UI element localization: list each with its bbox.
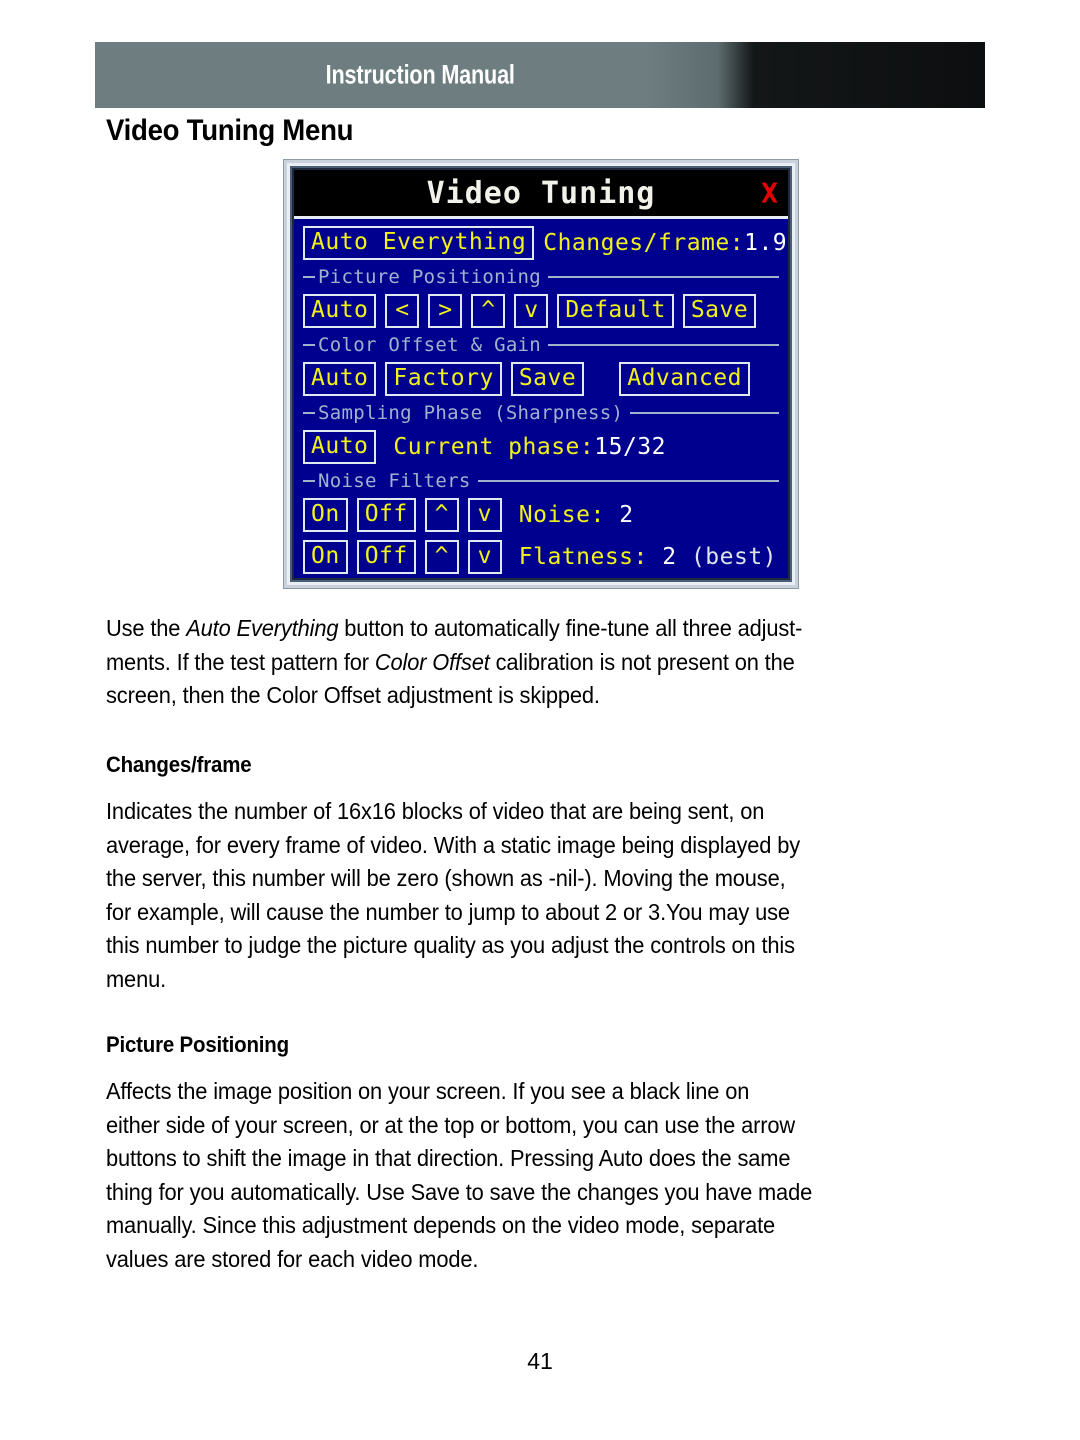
noise-readout: Noise: 2 xyxy=(519,502,634,528)
dialog-body: Auto Everything Changes/frame:1.90 Pictu… xyxy=(294,219,788,578)
co-save-button[interactable]: Save xyxy=(510,362,585,396)
pp-default-button[interactable]: Default xyxy=(557,294,674,328)
heading-picture-positioning: Picture Positioning xyxy=(106,1032,303,1058)
flatness-on-button[interactable]: On xyxy=(303,540,348,574)
flatness-readout: Flatness: 2 (best) xyxy=(519,544,777,570)
page-title: Video Tuning Menu xyxy=(106,114,375,148)
intro-paragraph: Use the Auto Everything button to automa… xyxy=(106,615,803,708)
flatness-up-arrow-icon[interactable]: ^ xyxy=(424,540,459,574)
sp-auto-button[interactable]: Auto xyxy=(303,430,377,464)
noise-off-button[interactable]: Off xyxy=(356,498,416,532)
changes-frame-value: 1.90 xyxy=(744,230,788,256)
pp-save-button[interactable]: Save xyxy=(682,294,757,328)
co-factory-button[interactable]: Factory xyxy=(385,362,502,396)
pp-left-arrow-icon[interactable]: < xyxy=(385,294,420,328)
page-number: 41 xyxy=(527,1348,553,1374)
dialog-titlebar: Video Tuning X xyxy=(294,170,788,219)
group-picture-positioning: Picture Positioning xyxy=(303,266,779,288)
group-dash xyxy=(303,344,315,346)
group-rule xyxy=(630,412,779,414)
flatness-filter-row: On Off ^ v Flatness: 2 (best) xyxy=(303,540,779,574)
dialog-bevel-inner: Video Tuning X Auto Everything Changes/f… xyxy=(292,168,790,580)
current-phase-value: 15/32 xyxy=(594,434,667,460)
close-icon[interactable]: X xyxy=(761,177,778,210)
group-rule xyxy=(548,344,779,346)
changes-frame-paragraph: Indicates the number of 16x16 blocks of … xyxy=(106,798,801,992)
group-label-picture-positioning: Picture Positioning xyxy=(318,266,542,288)
auto-everything-row: Auto Everything Changes/frame:1.90 xyxy=(303,226,788,260)
heading-changes-frame-text: Changes/frame xyxy=(106,752,252,777)
noise-up-arrow-icon[interactable]: ^ xyxy=(424,498,459,532)
manual-header-title-text: Instruction Manual xyxy=(325,59,515,90)
picture-positioning-buttons: Auto < > ^ v Default Save xyxy=(303,294,779,328)
current-phase-readout: Current phase:15/32 xyxy=(393,434,666,460)
group-dash xyxy=(303,276,315,278)
group-label-color-offset-gain: Color Offset & Gain xyxy=(318,334,542,356)
group-color-offset-gain: Color Offset & Gain xyxy=(303,334,779,356)
group-rule xyxy=(548,276,779,278)
dialog-bevel-outer: Video Tuning X Auto Everything Changes/f… xyxy=(287,163,795,585)
noise-on-button[interactable]: On xyxy=(303,498,348,532)
group-dash xyxy=(303,480,315,482)
flatness-down-arrow-icon[interactable]: v xyxy=(467,540,502,574)
noise-label: Noise: xyxy=(518,502,620,528)
pp-up-arrow-icon[interactable]: ^ xyxy=(471,294,506,328)
pp-right-arrow-icon[interactable]: > xyxy=(428,294,463,328)
video-tuning-dialog: Video Tuning X Auto Everything Changes/f… xyxy=(283,159,799,589)
noise-filter-row: On Off ^ v Noise: 2 xyxy=(303,498,779,532)
heading-changes-frame: Changes/frame xyxy=(106,752,262,778)
noise-down-arrow-icon[interactable]: v xyxy=(467,498,502,532)
flatness-label: Flatness: xyxy=(518,544,663,570)
dialog-title: Video Tuning xyxy=(426,175,656,211)
sampling-phase-row: Auto Current phase:15/32 xyxy=(303,430,779,464)
flatness-value: 2 xyxy=(662,544,677,570)
group-label-sampling-phase: Sampling Phase (Sharpness) xyxy=(318,402,624,424)
flatness-note: (best) xyxy=(676,544,778,570)
current-phase-label: Current phase: xyxy=(393,434,595,460)
changes-frame-label: Changes/frame: xyxy=(543,230,745,256)
pp-down-arrow-icon[interactable]: v xyxy=(514,294,549,328)
changes-frame-readout: Changes/frame:1.90 xyxy=(543,230,788,256)
pp-auto-button[interactable]: Auto xyxy=(303,294,377,328)
color-offset-buttons: Auto Factory Save Advanced xyxy=(303,362,779,396)
manual-header-title: Instruction Manual xyxy=(95,60,745,91)
group-dash xyxy=(303,412,315,414)
group-rule xyxy=(477,480,779,482)
noise-value: 2 xyxy=(619,502,634,528)
group-sampling-phase: Sampling Phase (Sharpness) xyxy=(303,402,779,424)
group-label-noise-filters: Noise Filters xyxy=(318,470,471,492)
co-auto-button[interactable]: Auto xyxy=(303,362,377,396)
group-noise-filters: Noise Filters xyxy=(303,470,779,492)
page-title-text: Video Tuning Menu xyxy=(106,114,354,147)
flatness-off-button[interactable]: Off xyxy=(356,540,416,574)
auto-everything-button[interactable]: Auto Everything xyxy=(303,226,535,260)
page-header-band: Instruction Manual xyxy=(95,42,985,108)
co-advanced-button[interactable]: Advanced xyxy=(619,362,750,396)
picture-positioning-paragraph: Affects the image position on your scree… xyxy=(106,1078,813,1272)
heading-picture-positioning-text: Picture Positioning xyxy=(106,1032,289,1057)
